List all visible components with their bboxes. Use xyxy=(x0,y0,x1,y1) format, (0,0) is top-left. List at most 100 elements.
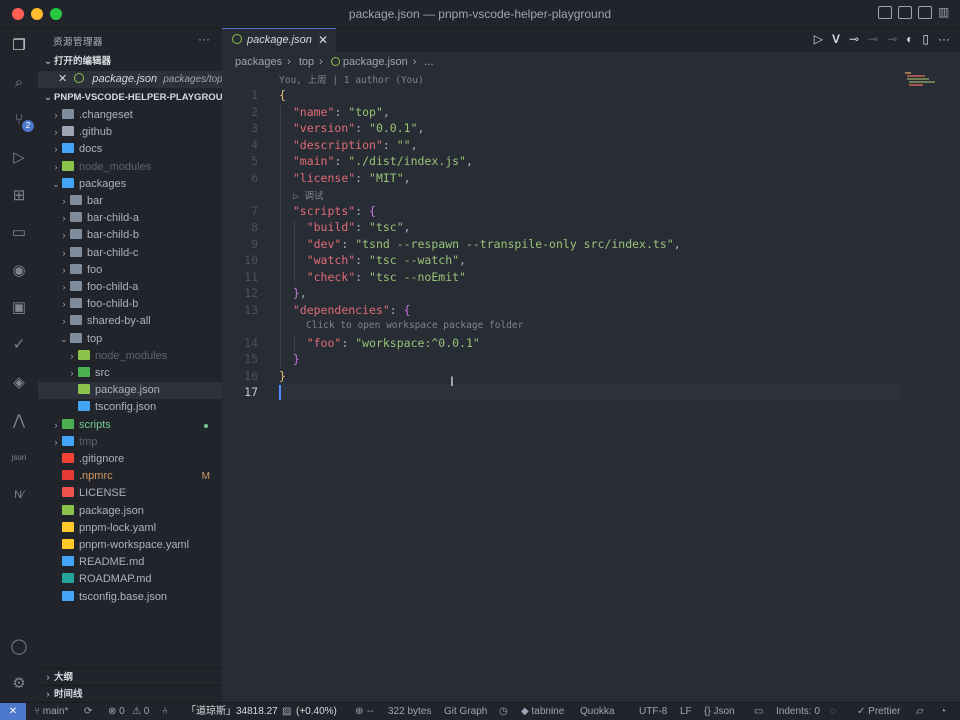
tree-item-label: packages xyxy=(79,177,127,190)
workspace-header[interactable]: ⌄ PNPM-VSCODE-HELPER-PLAYGROU... xyxy=(38,89,222,106)
toggle-primary-sidebar-icon[interactable] xyxy=(878,6,892,19)
account-icon[interactable]: ◯ xyxy=(8,635,30,657)
tree-item[interactable]: › node_modules xyxy=(38,348,222,365)
git-commit-icon[interactable]: ⊸ xyxy=(849,32,859,46)
vim-icon[interactable]: V xyxy=(832,32,840,46)
outline-header[interactable]: › 大纲 xyxy=(38,668,222,685)
breadcrumb-packages[interactable]: packages xyxy=(235,56,282,68)
tree-item[interactable]: ROADMAP.md xyxy=(38,571,222,588)
tree-item[interactable]: package.json xyxy=(38,503,222,520)
remote-explorer-icon[interactable]: ▭ xyxy=(8,221,30,243)
tree-item[interactable]: › bar xyxy=(38,193,222,210)
tree-item[interactable]: README.md xyxy=(38,554,222,571)
tree-item[interactable]: tsconfig.json xyxy=(38,399,222,416)
tree-item[interactable]: › docs xyxy=(38,141,222,158)
file-icon xyxy=(62,521,74,532)
tree-item[interactable]: › foo-child-b xyxy=(38,296,222,313)
tree-item[interactable]: › .github xyxy=(38,124,222,141)
tree-item[interactable]: › node_modules xyxy=(38,159,222,176)
toggle-secondary-sidebar-icon[interactable] xyxy=(918,6,932,19)
more-actions-icon[interactable]: ··· xyxy=(938,32,950,46)
debug-script-lens[interactable]: ▷ 调试 xyxy=(293,188,323,202)
feedback-icon[interactable]: ▱ xyxy=(916,703,924,720)
tree-item[interactable]: pnpm-lock.yaml xyxy=(38,520,222,537)
indent-status[interactable]: Indents: 0 xyxy=(776,703,820,720)
nx-icon[interactable]: N⁄ xyxy=(8,484,30,506)
tree-item[interactable]: › foo xyxy=(38,262,222,279)
close-tab-icon[interactable]: ✕ xyxy=(318,29,328,52)
notifications-icon[interactable]: ◔ xyxy=(940,703,946,720)
open-workspace-package-lens[interactable]: Click to open workspace package folder xyxy=(306,320,523,331)
tree-item[interactable]: LICENSE xyxy=(38,485,222,502)
quokka-button[interactable]: Quokka xyxy=(580,703,614,720)
breadcrumb-file[interactable]: package.json xyxy=(343,56,408,68)
branch-status[interactable]: ⑂ main* xyxy=(34,703,68,720)
run-debug-icon[interactable]: ▷ xyxy=(8,146,30,168)
tree-item[interactable]: › shared-by-all xyxy=(38,313,222,330)
language-status[interactable]: {} Json xyxy=(704,703,735,720)
tree-item[interactable]: .gitignore xyxy=(38,451,222,468)
customize-layout-icon[interactable]: ▥ xyxy=(938,6,952,19)
settings-gear-icon[interactable]: ⚙ xyxy=(8,672,30,694)
tree-item[interactable]: pnpm-workspace.yaml xyxy=(38,537,222,554)
tree-item[interactable]: › tmp xyxy=(38,434,222,451)
git-blame-lens[interactable]: You, 上周 | 1 author (You) xyxy=(279,72,424,86)
tree-item[interactable]: tsconfig.base.json xyxy=(38,589,222,606)
git-previous-icon[interactable]: ⊸ xyxy=(868,32,878,46)
stock-ticker[interactable]: 「道琼斯」34818.27 xyxy=(186,703,278,720)
tree-item[interactable]: › scripts xyxy=(38,417,222,434)
bell-slash-icon[interactable]: ◌ xyxy=(830,703,836,720)
close-editor-icon[interactable]: ✕ xyxy=(58,73,67,85)
breadcrumb-symbol[interactable]: ... xyxy=(424,56,433,68)
tree-item[interactable]: ⌄ packages xyxy=(38,176,222,193)
tree-item-label: .github xyxy=(79,126,113,139)
breadcrumb-top[interactable]: top xyxy=(299,56,314,68)
quokka-status-icon[interactable]: ⊕ xyxy=(355,703,363,720)
open-editors-header[interactable]: ⌄ 打开的编辑器 xyxy=(38,53,222,70)
line-number: 16 xyxy=(244,369,258,383)
open-editor-item[interactable]: ✕ package.json packages/top xyxy=(38,71,222,88)
layout-icon[interactable]: ▭ xyxy=(754,703,763,720)
extensions-icon[interactable]: ⊞ xyxy=(8,184,30,206)
split-editor-icon[interactable]: ▯ xyxy=(922,32,929,46)
toggle-panel-icon[interactable] xyxy=(898,6,912,19)
json-icon[interactable]: json xyxy=(8,446,30,468)
git-next-icon[interactable]: ⊸ xyxy=(887,32,897,46)
open-changes-icon[interactable]: ◐ xyxy=(906,32,913,46)
graph-icon[interactable]: ⋀ xyxy=(8,409,30,431)
remote-indicator[interactable]: ✕ xyxy=(0,703,26,720)
search-icon[interactable]: ⌕ xyxy=(8,71,30,93)
tree-item[interactable]: › bar-child-b xyxy=(38,227,222,244)
errors-status[interactable]: ⊗ 0 xyxy=(108,703,125,720)
warnings-status[interactable]: ⚠ 0 xyxy=(132,703,149,720)
encoding-status[interactable]: UTF-8 xyxy=(639,703,667,720)
run-icon[interactable]: ▷ xyxy=(814,32,823,46)
minimap[interactable] xyxy=(905,72,945,96)
tree-item[interactable]: › bar-child-a xyxy=(38,210,222,227)
git-pull-icon[interactable]: ⑃ xyxy=(162,703,168,720)
branch-icon: ⑂ xyxy=(34,706,43,717)
tab-package-json[interactable]: package.json ✕ xyxy=(222,28,336,52)
history-icon[interactable]: ◷ xyxy=(499,703,508,720)
tabnine-status[interactable]: ◆ tabnine xyxy=(521,703,564,720)
quokka-icon[interactable]: ◈ xyxy=(8,371,30,393)
prettier-status[interactable]: ✓ Prettier xyxy=(857,703,900,720)
timeline-header[interactable]: › 时间线 xyxy=(38,685,222,702)
github-icon[interactable]: ◉ xyxy=(8,259,30,281)
tree-item[interactable]: ⌄ top xyxy=(38,331,222,348)
quokka-status[interactable]: -- xyxy=(367,703,374,720)
tree-item[interactable]: › .changeset xyxy=(38,107,222,124)
folder-icon[interactable]: ▣ xyxy=(8,296,30,318)
tree-item[interactable]: › bar-child-c xyxy=(38,245,222,262)
checklist-icon[interactable]: ✓ xyxy=(8,333,30,355)
tree-item[interactable]: › foo-child-a xyxy=(38,279,222,296)
eol-status[interactable]: LF xyxy=(680,703,692,720)
more-actions-icon[interactable]: ··· xyxy=(198,32,210,46)
explorer-icon[interactable]: ❐ xyxy=(8,34,30,56)
git-graph-button[interactable]: Git Graph xyxy=(444,703,487,720)
tree-item[interactable]: package.json xyxy=(38,382,222,400)
tree-item[interactable]: .npmrc M xyxy=(38,468,222,485)
source-control-icon[interactable]: ⑂ 2 xyxy=(8,108,34,132)
tree-item[interactable]: › src xyxy=(38,365,222,382)
sync-icon[interactable]: ⟳ xyxy=(84,703,92,720)
